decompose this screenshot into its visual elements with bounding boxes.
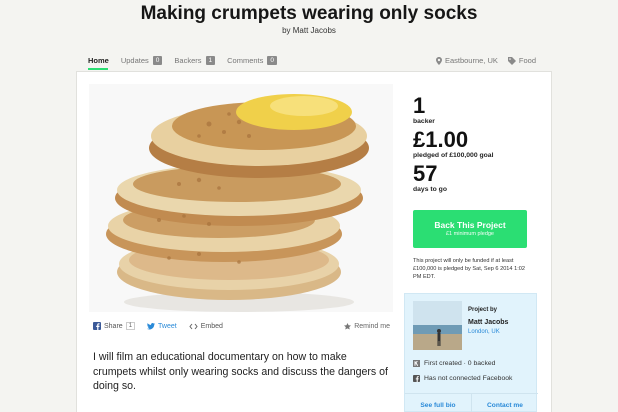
- remind-me-button[interactable]: Remind me: [344, 322, 390, 330]
- back-this-project-button[interactable]: Back This Project £1 minimum pledge: [413, 210, 527, 248]
- embed-button[interactable]: Embed: [189, 323, 223, 330]
- creator-location[interactable]: London, UK: [468, 329, 508, 335]
- location-link[interactable]: Eastbourne, UK: [435, 56, 498, 65]
- facebook-share-button[interactable]: Share 1: [93, 322, 136, 330]
- tag-icon: [507, 56, 516, 65]
- creator-name[interactable]: Matt Jacobs: [468, 319, 508, 326]
- updates-count-badge: 0: [152, 56, 163, 65]
- project-by-heading: Project by: [468, 307, 498, 313]
- tab-updates-label: Updates: [120, 56, 149, 65]
- backers-label: backer: [413, 118, 435, 125]
- days-to-go-label: days to go: [413, 186, 447, 193]
- project-meta: Eastbourne, UK Food: [426, 55, 536, 66]
- pledged-goal-label: pledged of £100,000 goal: [413, 152, 494, 159]
- funding-note: This project will only be funded if at l…: [413, 258, 525, 280]
- facebook-status-text: Has not connected Facebook: [424, 375, 513, 382]
- creator-info: Project by Matt Jacobs London, UK: [468, 307, 508, 335]
- remind-me-label: Remind me: [354, 322, 390, 330]
- backers-count: 1: [413, 93, 426, 118]
- first-created-text: First created · 0 backed: [424, 360, 496, 367]
- project-video-image[interactable]: [89, 84, 393, 312]
- creator-photo-image: [413, 301, 462, 350]
- project-tabs: Home Updates 0 Backers 1 Comments 0: [88, 55, 289, 71]
- backers-count-badge: 1: [205, 56, 216, 65]
- tab-updates[interactable]: Updates 0: [121, 55, 163, 66]
- facebook-share-count: 1: [125, 322, 136, 330]
- tab-backers[interactable]: Backers 1: [174, 55, 216, 66]
- byline-prefix: by: [282, 26, 291, 35]
- project-stats: 1 backer £1.00 pledged of £100,000 goal …: [413, 93, 543, 194]
- tweet-button[interactable]: Tweet: [147, 322, 177, 330]
- creator-actions: See full bio Contact me: [405, 393, 538, 412]
- tab-home-label: Home: [88, 56, 109, 65]
- map-pin-icon: [435, 56, 442, 65]
- project-title: Making crumpets wearing only socks: [140, 3, 478, 24]
- creator-history-row: First created · 0 backed: [413, 360, 495, 367]
- back-button-label: Back This Project: [434, 220, 506, 230]
- tab-comments-label: Comments: [227, 56, 264, 65]
- author-link[interactable]: Matt Jacobs: [293, 26, 336, 35]
- tab-comments[interactable]: Comments 0: [227, 55, 278, 66]
- comments-count-badge: 0: [267, 56, 278, 65]
- pledged-amount: £1.00: [413, 127, 469, 152]
- contact-me-button[interactable]: Contact me: [471, 394, 538, 412]
- creator-avatar[interactable]: [413, 301, 462, 350]
- code-brackets-icon: [189, 323, 198, 329]
- embed-label: Embed: [200, 322, 223, 330]
- tweet-label: Tweet: [158, 322, 177, 330]
- location-label: Eastbourne, UK: [444, 56, 498, 65]
- tab-backers-label: Backers: [174, 56, 202, 65]
- minimum-pledge-label: £1 minimum pledge: [446, 231, 494, 237]
- kickstarter-k-icon: [413, 360, 420, 367]
- project-byline: by Matt Jacobs: [0, 26, 618, 35]
- category-link[interactable]: Food: [507, 56, 536, 65]
- see-full-bio-button[interactable]: See full bio: [405, 394, 471, 412]
- facebook-icon: [93, 322, 101, 330]
- crumpet-stack-image: [89, 84, 393, 312]
- facebook-icon: [413, 375, 420, 382]
- star-icon: [344, 322, 352, 330]
- twitter-icon: [147, 322, 156, 329]
- facebook-share-label: Share: [104, 322, 123, 330]
- tab-home[interactable]: Home: [88, 55, 109, 66]
- project-blurb: I will film an educational documentary o…: [93, 351, 389, 392]
- creator-panel: Project by Matt Jacobs London, UK First …: [404, 293, 538, 412]
- active-tab-indicator: [88, 68, 108, 70]
- share-bar: Share 1 Tweet Embed Remind me: [93, 322, 390, 330]
- creator-facebook-row: Has not connected Facebook: [413, 375, 512, 382]
- days-remaining: 57: [413, 161, 438, 186]
- category-label: Food: [518, 56, 536, 65]
